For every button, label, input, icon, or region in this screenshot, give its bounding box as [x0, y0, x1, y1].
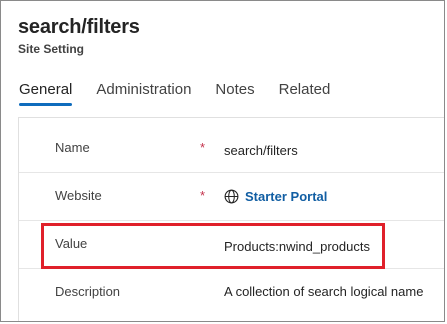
website-label: Website — [55, 188, 102, 203]
name-field[interactable]: search/filters — [224, 143, 298, 158]
description-label: Description — [55, 284, 121, 299]
tab-general[interactable]: General — [19, 80, 73, 106]
required-mark: * — [200, 188, 206, 203]
website-value[interactable]: Starter Portal — [245, 189, 327, 204]
website-lookup-link[interactable]: Starter Portal — [224, 189, 327, 204]
required-mark: * — [200, 140, 206, 155]
field-row-website: Website * Starter Portal — [19, 172, 444, 221]
field-row-name: Name * search/filters — [19, 124, 444, 173]
page-title: search/filters — [18, 16, 140, 38]
name-label: Name — [55, 140, 90, 155]
field-row-description: Description A collection of search logic… — [19, 268, 444, 316]
tab-related[interactable]: Related — [279, 80, 331, 106]
form-frame: search/filters Site Setting General Admi… — [0, 0, 445, 322]
description-field[interactable]: A collection of search logical name — [224, 284, 423, 299]
tab-administration[interactable]: Administration — [96, 80, 191, 106]
general-section: Name * search/filters Website * Starter … — [18, 117, 444, 321]
entity-subtitle: Site Setting — [18, 42, 85, 56]
form-header: search/filters Site Setting — [18, 15, 140, 56]
field-row-value: Value Products:nwind_products — [19, 220, 444, 269]
tab-notes[interactable]: Notes — [215, 80, 254, 106]
tab-bar: General Administration Notes Related — [19, 80, 354, 106]
value-field[interactable]: Products:nwind_products — [224, 239, 370, 254]
globe-icon — [224, 189, 239, 204]
value-label: Value — [55, 236, 88, 251]
